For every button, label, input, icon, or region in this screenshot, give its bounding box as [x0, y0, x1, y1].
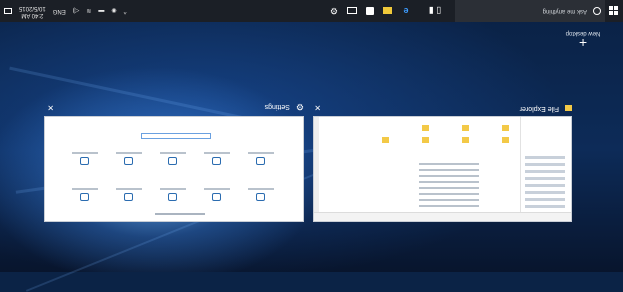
folder-icon — [565, 105, 572, 112]
personalization-icon — [124, 193, 134, 201]
update-security-icon — [124, 157, 134, 165]
network-icon[interactable]: ◉ — [111, 8, 116, 15]
volume-icon[interactable]: ◁) — [73, 8, 80, 15]
action-center-icon[interactable] — [4, 8, 12, 14]
system-icon — [256, 193, 266, 201]
language-icon[interactable]: ENG — [53, 8, 66, 14]
folder-icon — [462, 125, 469, 131]
windows-logo-icon — [609, 6, 619, 16]
settings-title — [155, 213, 205, 215]
gear-icon: ⚙ — [295, 102, 304, 112]
battery-icon[interactable]: ▬ — [98, 8, 104, 14]
folder-icon — [422, 125, 429, 131]
wifi-icon[interactable]: ≋ — [86, 8, 91, 15]
start-button[interactable] — [605, 0, 623, 22]
mail-icon — [347, 7, 357, 15]
task-view-button[interactable]: ▯ ▮ — [415, 0, 455, 22]
edge-button[interactable]: e — [397, 0, 415, 22]
mail-button[interactable] — [343, 0, 361, 22]
explorer-scrollbar[interactable] — [314, 116, 319, 212]
explorer-file-list — [320, 117, 519, 211]
file-explorer-button[interactable] — [379, 0, 397, 22]
chevron-up-icon[interactable]: ^ — [124, 8, 127, 14]
search-box[interactable]: Ask me anything — [455, 0, 605, 22]
settings-categories — [63, 143, 283, 201]
file-explorer-title: File Explorer — [519, 105, 559, 112]
system-tray: ^ ◉ ▬ ≋ ◁) ENG 2:40 AM 10/5/2015 — [0, 0, 126, 22]
accounts-icon — [80, 193, 90, 201]
clock-date: 10/5/2015 — [19, 5, 46, 11]
privacy-icon — [168, 157, 178, 165]
settings-search-box[interactable] — [141, 133, 211, 139]
cortana-icon — [593, 7, 601, 15]
close-icon[interactable]: ✕ — [314, 103, 321, 112]
gear-icon: ⚙ — [329, 6, 339, 17]
clock-time: 2:40 AM — [21, 12, 44, 18]
folder-icon — [502, 137, 509, 143]
explorer-ribbon — [314, 212, 571, 221]
edge-icon: e — [403, 6, 409, 16]
task-view-icon: ▯ ▮ — [428, 6, 442, 17]
store-icon — [366, 7, 374, 15]
ease-of-access-icon — [212, 157, 222, 165]
search-placeholder: Ask me anything — [542, 8, 587, 14]
settings-caption[interactable]: ⚙ Settings — [265, 101, 304, 112]
plus-icon: + — [578, 35, 588, 51]
folder-icon — [383, 7, 393, 15]
clock[interactable]: 2:40 AM 10/5/2015 — [19, 4, 46, 18]
file-explorer-caption[interactable]: File Explorer — [520, 105, 572, 112]
screen: File Explorer ✕ ⚙ Settings ✕ + New deskt… — [0, 0, 623, 292]
taskbar: Ask me anything ▯ ▮ e ⚙ ^ ◉ ▬ ≋ ◁) ENG 2… — [0, 0, 623, 22]
time-language-icon — [256, 157, 266, 165]
settings-thumbnail[interactable] — [44, 116, 304, 222]
network-icon — [168, 193, 178, 201]
gaming-icon — [80, 157, 90, 165]
settings-button[interactable]: ⚙ — [325, 0, 343, 22]
store-button[interactable] — [361, 0, 379, 22]
task-view: File Explorer ✕ ⚙ Settings ✕ — [42, 102, 572, 222]
file-explorer-thumbnail[interactable] — [313, 116, 572, 222]
folder-icon — [382, 137, 389, 143]
settings-title-label: Settings — [264, 103, 290, 110]
new-desktop-label: New desktop — [565, 30, 601, 36]
folder-icon — [422, 137, 429, 143]
folder-icon — [502, 125, 509, 131]
close-icon[interactable]: ✕ — [47, 103, 54, 112]
explorer-nav-pane — [520, 116, 571, 212]
devices-icon — [212, 193, 222, 201]
folder-icon — [462, 137, 469, 143]
new-desktop-button[interactable]: + New desktop — [553, 30, 613, 51]
